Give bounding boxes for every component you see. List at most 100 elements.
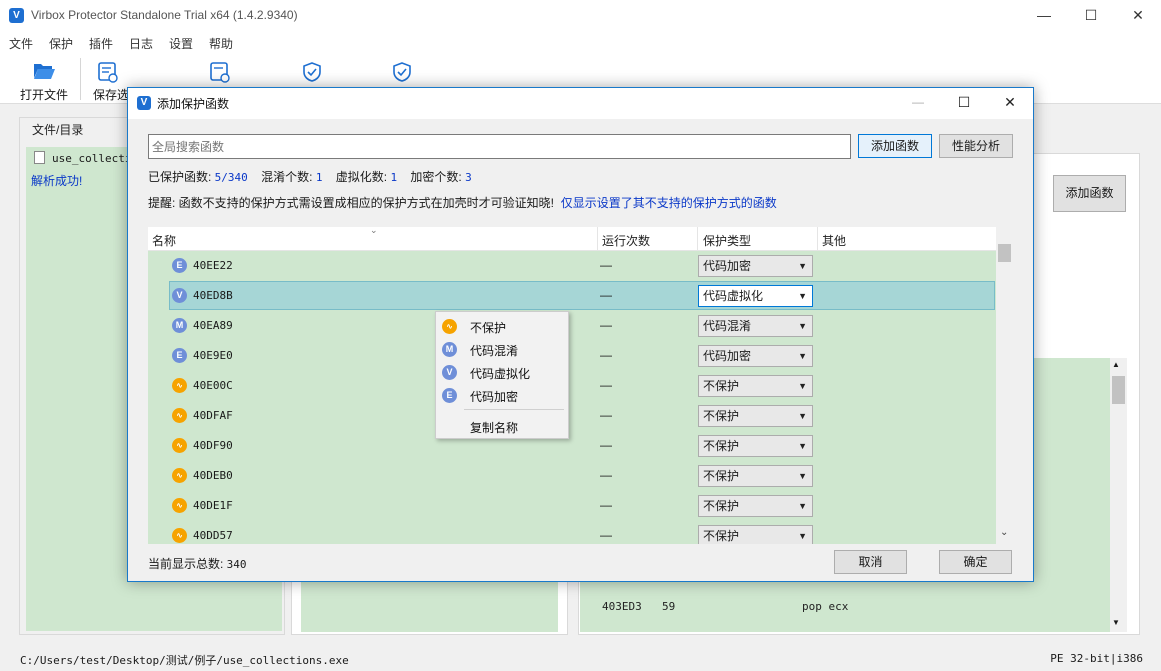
table-row[interactable]: V 40ED8B — 代码虚拟化 ▼: [148, 281, 996, 311]
function-name: 40DE1F: [193, 499, 233, 512]
menu-item-label: 代码加密: [470, 390, 519, 404]
table-scrollbar[interactable]: ⌄: [996, 227, 1013, 544]
scroll-thumb[interactable]: [998, 244, 1011, 262]
maximize-icon[interactable]: ☐: [1068, 0, 1114, 32]
run-count: —: [600, 288, 612, 302]
close-icon[interactable]: ✕: [1115, 0, 1161, 32]
protect-type-value: 代码加密: [703, 349, 752, 363]
table-row[interactable]: ∿ 40DFAF — 不保护 ▼: [148, 401, 996, 431]
save-button[interactable]: 保存选: [88, 54, 130, 104]
menu-bar: 文件 保护 插件 日志 设置 帮助: [0, 32, 1161, 54]
pulse-icon: ∿: [172, 408, 187, 423]
protect-type-select[interactable]: 代码混淆 ▼: [698, 315, 813, 337]
config-icon: [210, 62, 230, 83]
minimize-icon[interactable]: —: [1021, 0, 1067, 32]
menu-protect[interactable]: 保护: [49, 35, 73, 52]
protect-type-select[interactable]: 不保护 ▼: [698, 405, 813, 427]
table-row[interactable]: ∿ 40DF90 — 不保护 ▼: [148, 431, 996, 461]
protect-type-value: 代码虚拟化: [703, 289, 764, 303]
protect-type-badge-icon: E: [172, 348, 187, 363]
add-function-button[interactable]: 添加函数: [858, 134, 932, 158]
cancel-button[interactable]: 取消: [834, 550, 907, 574]
dropdown-arrow-icon: ▼: [798, 291, 807, 301]
performance-analysis-button[interactable]: 性能分析: [939, 134, 1013, 158]
column-divider: [697, 227, 698, 251]
minimize-icon[interactable]: —: [895, 88, 941, 119]
protect-type-select[interactable]: 不保护 ▼: [698, 495, 813, 517]
table-row[interactable]: E 40EE22 — 代码加密 ▼: [148, 251, 996, 281]
app-logo-icon: V: [137, 96, 151, 110]
dropdown-arrow-icon: ▼: [798, 441, 807, 451]
encrypt-badge-icon: E: [442, 388, 457, 403]
column-name[interactable]: 名称: [152, 232, 176, 249]
scroll-down-icon[interactable]: ▼: [1112, 618, 1120, 627]
menu-item-encrypt[interactable]: E 代码加密: [436, 384, 568, 407]
tree-file-name[interactable]: use_collections.exe: [52, 152, 136, 165]
run-count: —: [600, 408, 612, 422]
protect-type-badge-icon: V: [172, 288, 187, 303]
run-count: —: [600, 468, 612, 482]
run-count: —: [600, 258, 612, 272]
table-row[interactable]: ∿ 40DD57 — 不保护 ▼: [148, 521, 996, 544]
unsupported-filter-link[interactable]: 仅显示设置了其不支持的保护方式的函数: [561, 196, 777, 210]
pulse-icon: ∿: [172, 438, 187, 453]
menu-settings[interactable]: 设置: [169, 35, 193, 52]
global-search-input[interactable]: [148, 134, 851, 159]
menu-item-virtualize[interactable]: V 代码虚拟化: [436, 361, 568, 384]
scroll-up-icon[interactable]: ▲: [1112, 360, 1120, 369]
hint-text: 提醒: 函数不支持的保护方式需设置成相应的保护方式在加壳时才可验证知晓!: [148, 196, 555, 210]
table-row[interactable]: M 40EA89 — 代码混淆 ▼: [148, 311, 996, 341]
virtualize-badge-icon: V: [442, 365, 457, 380]
menu-item-copy-name[interactable]: 复制名称: [436, 415, 568, 438]
menu-plugins[interactable]: 插件: [89, 35, 113, 52]
ok-button[interactable]: 确定: [939, 550, 1012, 574]
table-row[interactable]: ∿ 40E00C — 不保护 ▼: [148, 371, 996, 401]
function-name: 40DEB0: [193, 469, 233, 482]
column-protect-type[interactable]: 保护类型: [703, 232, 751, 249]
run-count: —: [600, 348, 612, 362]
menu-log[interactable]: 日志: [129, 35, 153, 52]
protect-type-select[interactable]: 不保护 ▼: [698, 435, 813, 457]
column-run-count[interactable]: 运行次数: [602, 232, 650, 249]
hint-line: 提醒: 函数不支持的保护方式需设置成相应的保护方式在加壳时才可验证知晓! 仅显示…: [148, 194, 777, 211]
add-function-button[interactable]: 添加函数: [1053, 175, 1126, 212]
close-icon[interactable]: ✕: [987, 88, 1033, 119]
window-title: Virbox Protector Standalone Trial x64 (1…: [31, 8, 298, 22]
menu-file[interactable]: 文件: [9, 35, 33, 52]
maximize-icon[interactable]: ☐: [941, 88, 987, 119]
run-count: —: [600, 528, 612, 542]
menu-item-obfuscate[interactable]: M 代码混淆: [436, 338, 568, 361]
run-count: —: [600, 378, 612, 392]
menu-help[interactable]: 帮助: [209, 35, 233, 52]
folder-open-icon: [34, 64, 55, 79]
open-file-button[interactable]: 打开文件: [10, 54, 78, 104]
protect-type-value: 不保护: [703, 409, 740, 423]
obfuscation-count-label: 混淆个数:: [261, 170, 316, 184]
disassembly-scrollbar[interactable]: ▲ ▼: [1110, 358, 1127, 632]
save-label: 保存选: [93, 88, 130, 102]
protect-type-select[interactable]: 代码加密 ▼: [698, 255, 813, 277]
dialog-title-bar: V 添加保护函数 — ☐ ✕: [128, 88, 1033, 119]
total-label: 当前显示总数:: [148, 557, 227, 571]
protect-type-select[interactable]: 不保护 ▼: [698, 375, 813, 397]
protect-type-select[interactable]: 代码加密 ▼: [698, 345, 813, 367]
menu-item-label: 不保护: [470, 321, 507, 335]
column-divider: [597, 227, 598, 251]
virtualization-count-value: 1: [390, 171, 398, 184]
scroll-thumb[interactable]: [1112, 376, 1125, 404]
scroll-down-icon[interactable]: ⌄: [1000, 527, 1008, 538]
table-row[interactable]: E 40E9E0 — 代码加密 ▼: [148, 341, 996, 371]
table-header: ⌄ 名称 运行次数 保护类型 其他: [148, 227, 996, 251]
protect-type-select[interactable]: 不保护 ▼: [698, 465, 813, 487]
table-row[interactable]: ∿ 40DE1F — 不保护 ▼: [148, 491, 996, 521]
protect-type-badge-icon: E: [172, 258, 187, 273]
protect-type-value: 不保护: [703, 469, 740, 483]
protect-type-select[interactable]: 代码虚拟化 ▼: [698, 285, 813, 307]
function-name: 40DD57: [193, 529, 233, 542]
menu-item-no-protect[interactable]: ∿ 不保护: [436, 315, 568, 338]
protect-type-select[interactable]: 不保护 ▼: [698, 525, 813, 544]
table-row[interactable]: ∿ 40DEB0 — 不保护 ▼: [148, 461, 996, 491]
column-other[interactable]: 其他: [822, 232, 846, 249]
virtualization-count-label: 虚拟化数:: [335, 170, 391, 184]
function-name: 40E9E0: [193, 349, 233, 362]
